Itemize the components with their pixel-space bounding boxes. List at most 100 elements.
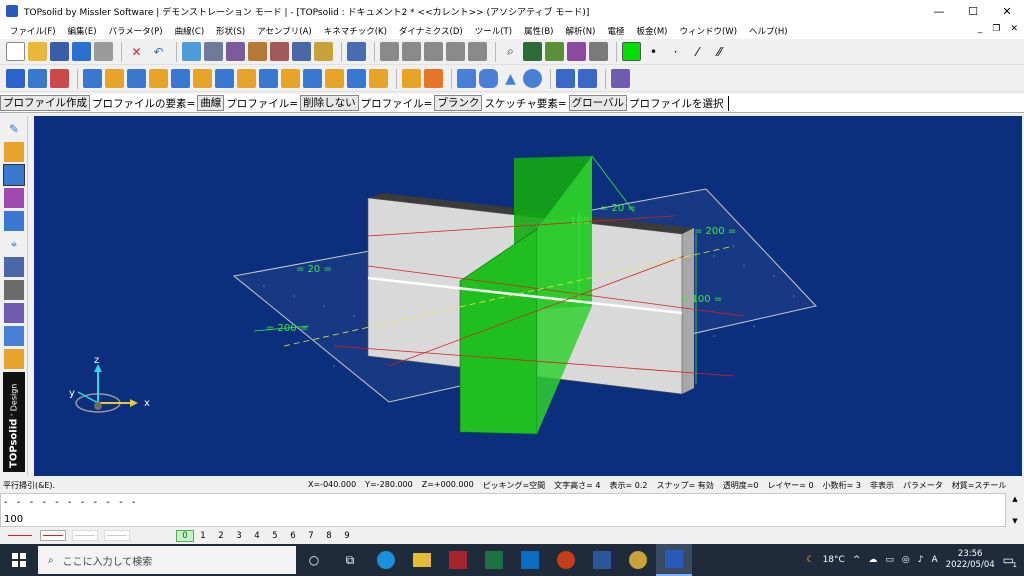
boolean-icon[interactable]	[556, 69, 575, 88]
edge-browser-icon[interactable]	[368, 544, 404, 576]
probe-icon[interactable]	[4, 211, 24, 231]
mdi-minimize-button[interactable]: _	[978, 24, 983, 34]
menu-shapes[interactable]: 形状(S)	[210, 25, 251, 37]
status-parameters[interactable]: パラメータ	[903, 480, 943, 491]
origin-icon[interactable]	[589, 42, 608, 61]
shape-tool-icon[interactable]	[6, 69, 25, 88]
surface-icon[interactable]	[4, 188, 24, 208]
layer-button-1[interactable]: 1	[194, 531, 212, 541]
blank-option-button[interactable]: ブランク	[434, 95, 483, 111]
line-style-selector[interactable]	[72, 530, 98, 541]
assembly-icon[interactable]	[4, 349, 24, 369]
target-icon[interactable]: ⌖	[4, 234, 24, 254]
delete-icon[interactable]: ✕	[127, 42, 146, 61]
boolean-subtract-icon[interactable]	[578, 69, 597, 88]
menu-attributes[interactable]: 属性(B)	[518, 25, 559, 37]
undo-icon[interactable]: ↶	[149, 42, 168, 61]
block-primitive-icon[interactable]	[424, 69, 443, 88]
no-delete-option-button[interactable]: 削除しない	[300, 95, 359, 111]
line-style-selector[interactable]	[40, 530, 66, 541]
clock[interactable]: 23:56 2022/05/04	[946, 549, 995, 571]
layer-button-5[interactable]: 5	[266, 531, 284, 541]
layer-button-7[interactable]: 7	[302, 531, 320, 541]
scroll-up-icon[interactable]: ▲	[1012, 495, 1017, 503]
zoom-icon[interactable]: ⌕	[501, 42, 520, 61]
layer-button-8[interactable]: 8	[320, 531, 338, 541]
columns-icon[interactable]	[424, 42, 443, 61]
shape-tool-icon[interactable]	[28, 69, 47, 88]
message-scrollbar[interactable]: ▲ ▼	[1006, 493, 1024, 527]
status-transparency[interactable]: 透明度=0	[723, 480, 759, 491]
powerpoint-app-icon[interactable]	[548, 544, 584, 576]
ime-mode[interactable]: A	[931, 555, 937, 565]
profile-icon[interactable]	[4, 142, 24, 162]
box-primitive-icon[interactable]	[402, 69, 421, 88]
part-icon[interactable]	[4, 303, 24, 323]
transform-icon[interactable]	[611, 69, 630, 88]
hook-icon[interactable]	[446, 42, 465, 61]
3d-scene[interactable]: = 20 = = 200 = = 20 = = 200 = = 100 = 10…	[34, 116, 1022, 476]
maximize-button[interactable]: ☐	[956, 0, 990, 22]
access-app-icon[interactable]	[440, 544, 476, 576]
layer-button-3[interactable]: 3	[230, 531, 248, 541]
menu-parameters[interactable]: パラメータ(P)	[103, 25, 169, 37]
temperature[interactable]: 18°C	[823, 555, 845, 565]
menu-curves[interactable]: 曲線(C)	[169, 25, 211, 37]
line-style-sample[interactable]	[8, 535, 32, 536]
taskbar-search-box[interactable]: ⌕ ここに入力して検索	[38, 546, 296, 574]
word-app-icon[interactable]	[584, 544, 620, 576]
solid-icon[interactable]	[3, 164, 25, 186]
curve-option-button[interactable]: 曲線	[197, 95, 225, 111]
info-icon[interactable]	[72, 42, 91, 61]
sphere-icon[interactable]	[523, 69, 542, 88]
menu-edit[interactable]: 編集(E)	[62, 25, 103, 37]
cut-icon[interactable]	[314, 42, 333, 61]
view-icon[interactable]	[545, 42, 564, 61]
drawing-icon[interactable]	[4, 326, 24, 346]
zoom-fit-icon[interactable]	[523, 42, 542, 61]
menu-file[interactable]: ファイル(F)	[4, 25, 62, 37]
minimize-button[interactable]: —	[922, 0, 956, 22]
split-icon[interactable]	[402, 42, 421, 61]
cap-icon[interactable]	[204, 42, 223, 61]
print-icon[interactable]	[94, 42, 113, 61]
revolve-icon[interactable]	[105, 69, 124, 88]
3d-viewport[interactable]: = 20 = = 200 = = 20 = = 200 = = 100 = 10…	[34, 116, 1022, 476]
menu-tools[interactable]: ツール(T)	[469, 25, 518, 37]
status-text-height[interactable]: 文字高さ= 4	[554, 480, 600, 491]
menu-analysis[interactable]: 解析(N)	[559, 25, 601, 37]
extrude-icon[interactable]	[83, 69, 102, 88]
tray-chevron-icon[interactable]: ^	[853, 555, 861, 565]
topsolid-taskbar-icon[interactable]	[656, 544, 692, 576]
glasses-icon[interactable]	[567, 42, 586, 61]
pencil-sketch-icon[interactable]: ✎	[4, 119, 24, 139]
menu-assembly[interactable]: アセンブリ(A)	[251, 25, 318, 37]
rib-icon[interactable]	[237, 69, 256, 88]
battery-icon[interactable]: ▭	[885, 555, 894, 565]
cone-icon[interactable]: ▲	[501, 69, 520, 88]
hatch-style-icon[interactable]: ⁄⁄	[710, 42, 729, 61]
menu-electrode[interactable]: 電極	[601, 25, 630, 37]
dot-style-icon[interactable]: •	[644, 42, 663, 61]
open-folder-icon[interactable]	[28, 42, 47, 61]
global-option-button[interactable]: グローバル	[568, 95, 628, 111]
status-display[interactable]: 表示= 0.2	[610, 480, 648, 491]
analyze-icon[interactable]	[347, 42, 366, 61]
sheet-icon[interactable]	[4, 280, 24, 300]
status-snap[interactable]: スナップ= 有効	[656, 480, 713, 491]
pattern-icon[interactable]	[347, 69, 366, 88]
loft-icon[interactable]	[149, 69, 168, 88]
pen-icon[interactable]	[292, 42, 311, 61]
cylinder-icon[interactable]	[479, 69, 498, 88]
status-decimals[interactable]: 小数桁= 3	[823, 480, 861, 491]
status-picking-mode[interactable]: ピッキング=空間	[483, 480, 545, 491]
menu-help[interactable]: ヘルプ(H)	[743, 25, 794, 37]
hammer-icon[interactable]	[248, 42, 267, 61]
outlook-app-icon[interactable]	[512, 544, 548, 576]
fillet-icon[interactable]	[259, 69, 278, 88]
bars-icon[interactable]	[226, 42, 245, 61]
excel-app-icon[interactable]	[476, 544, 512, 576]
volume-icon[interactable]: ♪	[918, 555, 924, 565]
scroll-down-icon[interactable]: ▼	[1012, 517, 1017, 525]
dot-small-icon[interactable]: ·	[666, 42, 685, 61]
